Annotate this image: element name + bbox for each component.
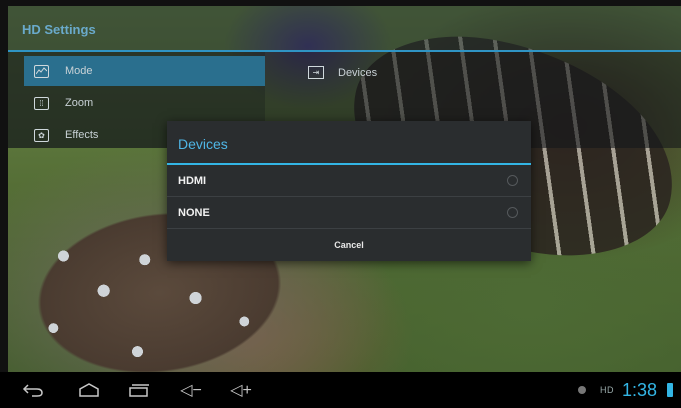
notification-icon <box>577 386 586 394</box>
status-area: HD 1:38 <box>577 378 673 402</box>
dialog-title: Devices <box>178 136 228 152</box>
devices-setting[interactable]: ⇥ Devices <box>308 66 377 79</box>
back-icon[interactable] <box>18 380 48 400</box>
devices-label: Devices <box>338 66 378 79</box>
battery-icon <box>667 383 673 397</box>
clock: 1:38 <box>621 379 657 400</box>
option-none[interactable]: NONE <box>167 197 531 229</box>
option-hdmi[interactable]: HDMI <box>167 165 531 197</box>
option-label: HDMI <box>178 174 207 187</box>
menu-item-mode[interactable]: Mode <box>24 56 265 86</box>
devices-dialog: Devices HDMI NONE Cancel <box>167 121 531 261</box>
radio-button[interactable] <box>507 207 518 218</box>
volume-down-icon[interactable]: ◁− <box>176 380 206 400</box>
effects-icon: ✿ <box>34 128 49 142</box>
recent-apps-icon[interactable] <box>124 380 154 400</box>
devices-icon: ⇥ <box>308 66 324 79</box>
zoom-icon: ⁞⁞ <box>34 96 49 110</box>
menu-item-label: Effects <box>65 129 99 141</box>
radio-button[interactable] <box>507 175 518 186</box>
volume-up-icon[interactable]: ◁+ <box>226 380 256 400</box>
hd-indicator: HD <box>599 385 614 395</box>
menu-item-zoom[interactable]: ⁞⁞ Zoom <box>24 88 265 118</box>
cancel-button[interactable]: Cancel <box>167 229 531 261</box>
menu-item-label: Zoom <box>65 97 94 109</box>
option-label: NONE <box>178 206 210 219</box>
menu-item-label: Mode <box>65 65 93 77</box>
mode-icon <box>34 64 49 78</box>
navigation-bar: ◁− ◁+ HD 1:38 <box>0 372 681 408</box>
home-icon[interactable] <box>74 380 104 400</box>
title-bar: HD Settings <box>8 6 681 50</box>
app-title: HD Settings <box>22 22 96 37</box>
